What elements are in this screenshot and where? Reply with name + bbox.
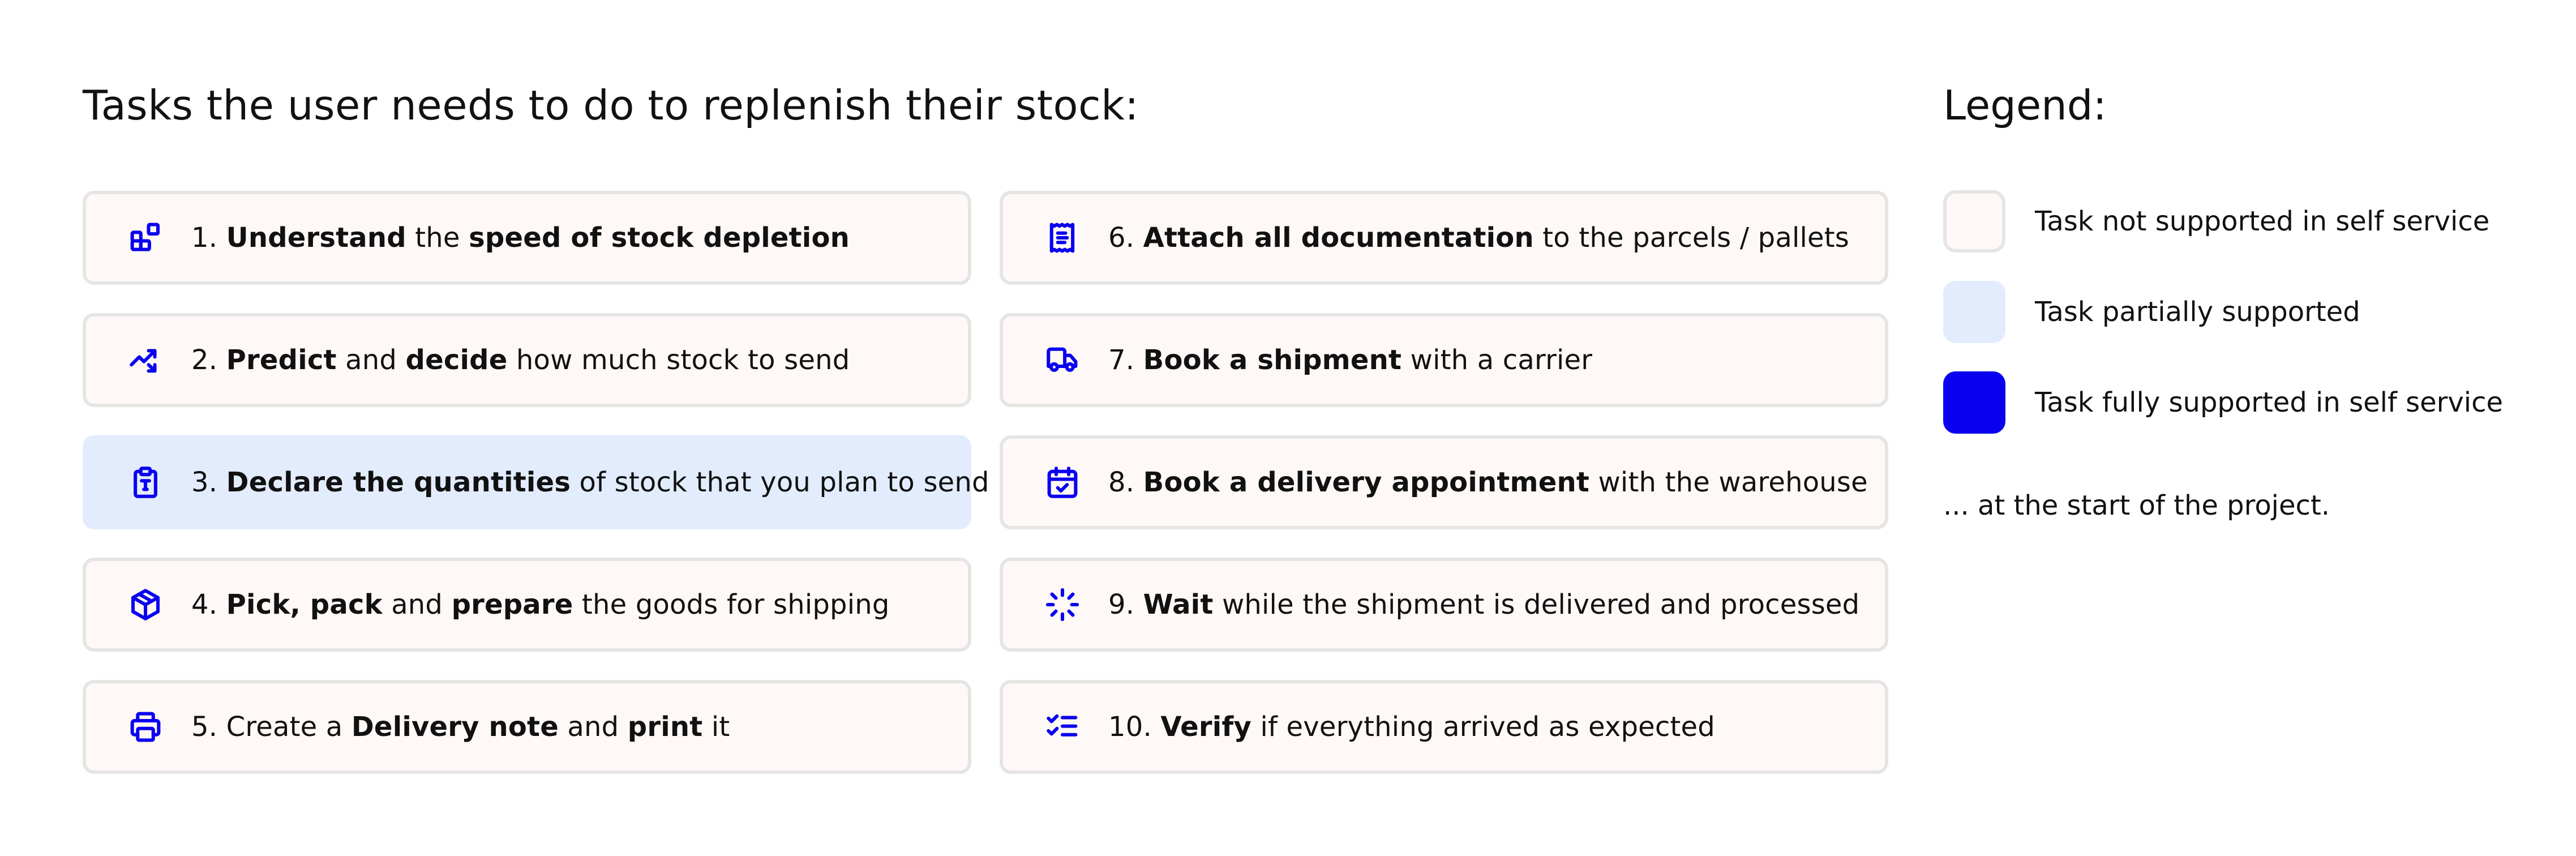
task-card-2[interactable]: 2. Predict and decide how much stock to … bbox=[83, 313, 971, 407]
legend-item-full: Task fully supported in self service bbox=[1943, 371, 2566, 434]
task-label-emphasis: decide bbox=[405, 344, 508, 376]
blocks-icon bbox=[126, 218, 165, 258]
task-label: 1. Understand the speed of stock depleti… bbox=[191, 222, 850, 254]
receipt-icon bbox=[1043, 218, 1082, 258]
task-card-7[interactable]: 7. Book a shipment with a carrier bbox=[1000, 313, 1888, 407]
legend-swatch-partial bbox=[1943, 281, 2005, 343]
task-card-5[interactable]: 5. Create a Delivery note and print it bbox=[83, 680, 971, 774]
legend-note: ... at the start of the project. bbox=[1943, 490, 2330, 521]
task-card-1[interactable]: 1. Understand the speed of stock depleti… bbox=[83, 191, 971, 285]
task-label-segment: 2. bbox=[191, 344, 226, 376]
task-label-segment: with the warehouse bbox=[1589, 466, 1868, 498]
task-label-emphasis: Pick, pack bbox=[226, 589, 383, 620]
task-label-segment: 5. Create a bbox=[191, 711, 352, 743]
legend-item-not-supported: Task not supported in self service bbox=[1943, 190, 2566, 252]
clipboard-text-icon bbox=[126, 463, 165, 502]
task-label-segment: and bbox=[382, 589, 452, 620]
task-label-emphasis: Delivery note bbox=[351, 711, 559, 743]
task-label-segment: to the parcels / pallets bbox=[1533, 222, 1849, 254]
task-label-segment: 6. bbox=[1108, 222, 1143, 254]
legend-swatch-not-supported bbox=[1943, 190, 2005, 252]
task-label-emphasis: Verify bbox=[1160, 711, 1251, 743]
task-label-emphasis: Book a delivery appointment bbox=[1143, 466, 1590, 498]
task-label-segment: and bbox=[558, 711, 628, 743]
legend-label: Task partially supported bbox=[2035, 296, 2360, 328]
task-label-emphasis: speed of stock depletion bbox=[469, 222, 850, 254]
package-icon bbox=[126, 585, 165, 624]
truck-icon bbox=[1043, 340, 1082, 380]
task-card-9[interactable]: 9. Wait while the shipment is delivered … bbox=[1000, 558, 1888, 652]
task-label-segment: 4. bbox=[191, 589, 226, 620]
legend-label: Task not supported in self service bbox=[2035, 206, 2490, 237]
task-card-8[interactable]: 8. Book a delivery appointment with the … bbox=[1000, 435, 1888, 529]
task-label-segment: 8. bbox=[1108, 466, 1143, 498]
task-label-segment: 10. bbox=[1108, 711, 1161, 743]
task-label: 7. Book a shipment with a carrier bbox=[1108, 344, 1592, 376]
task-label-segment: of stock that you plan to send bbox=[571, 466, 989, 498]
trend-split-icon bbox=[126, 340, 165, 380]
legend-items: Task not supported in self service Task … bbox=[1943, 190, 2566, 462]
task-label-segment: 9. bbox=[1108, 589, 1143, 620]
legend-item-partial: Task partially supported bbox=[1943, 281, 2566, 343]
task-label: 4. Pick, pack and prepare the goods for … bbox=[191, 589, 890, 620]
task-label-segment: how much stock to send bbox=[507, 344, 850, 376]
legend-swatch-full bbox=[1943, 371, 2005, 434]
task-label-emphasis: Attach all documentation bbox=[1143, 222, 1534, 254]
task-label-emphasis: prepare bbox=[451, 589, 573, 620]
checklist-icon bbox=[1043, 707, 1082, 747]
legend-title: Legend: bbox=[1943, 82, 2107, 129]
task-label-segment: 1. bbox=[191, 222, 226, 254]
task-label-emphasis: Book a shipment bbox=[1143, 344, 1402, 376]
task-label: 10. Verify if everything arrived as expe… bbox=[1108, 711, 1715, 743]
task-grid: 1. Understand the speed of stock depleti… bbox=[83, 191, 1888, 774]
task-label-segment: 3. bbox=[191, 466, 226, 498]
task-card-6[interactable]: 6. Attach all documentation to the parce… bbox=[1000, 191, 1888, 285]
task-label-segment: the bbox=[406, 222, 469, 254]
task-label-emphasis: Wait bbox=[1143, 589, 1214, 620]
legend-label: Task fully supported in self service bbox=[2035, 387, 2504, 418]
calendar-check-icon bbox=[1043, 463, 1082, 502]
page-title: Tasks the user needs to do to replenish … bbox=[83, 82, 1139, 129]
task-label: 8. Book a delivery appointment with the … bbox=[1108, 466, 1868, 498]
task-label-segment: the goods for shipping bbox=[573, 589, 890, 620]
task-label: 9. Wait while the shipment is delivered … bbox=[1108, 589, 1859, 620]
loader-icon bbox=[1043, 585, 1082, 624]
task-label: 5. Create a Delivery note and print it bbox=[191, 711, 730, 743]
task-label-segment: if everything arrived as expected bbox=[1251, 711, 1715, 743]
task-label-segment: while the shipment is delivered and proc… bbox=[1213, 589, 1860, 620]
task-label-segment: 7. bbox=[1108, 344, 1143, 376]
task-label-emphasis: Predict bbox=[226, 344, 337, 376]
task-label-emphasis: Declare the quantities bbox=[226, 466, 571, 498]
task-label: 2. Predict and decide how much stock to … bbox=[191, 344, 850, 376]
task-label-segment: and bbox=[336, 344, 406, 376]
task-label-segment: it bbox=[702, 711, 730, 743]
printer-icon bbox=[126, 707, 165, 747]
task-label-emphasis: Understand bbox=[226, 222, 406, 254]
task-label: 3. Declare the quantities of stock that … bbox=[191, 466, 989, 498]
task-label-segment: with a carrier bbox=[1401, 344, 1593, 376]
legend: Legend: Task not supported in self servi… bbox=[1943, 82, 2503, 521]
task-card-4[interactable]: 4. Pick, pack and prepare the goods for … bbox=[83, 558, 971, 652]
task-card-10[interactable]: 10. Verify if everything arrived as expe… bbox=[1000, 680, 1888, 774]
task-label: 6. Attach all documentation to the parce… bbox=[1108, 222, 1849, 254]
task-card-3[interactable]: 3. Declare the quantities of stock that … bbox=[83, 435, 989, 529]
task-label-emphasis: print bbox=[627, 711, 703, 743]
